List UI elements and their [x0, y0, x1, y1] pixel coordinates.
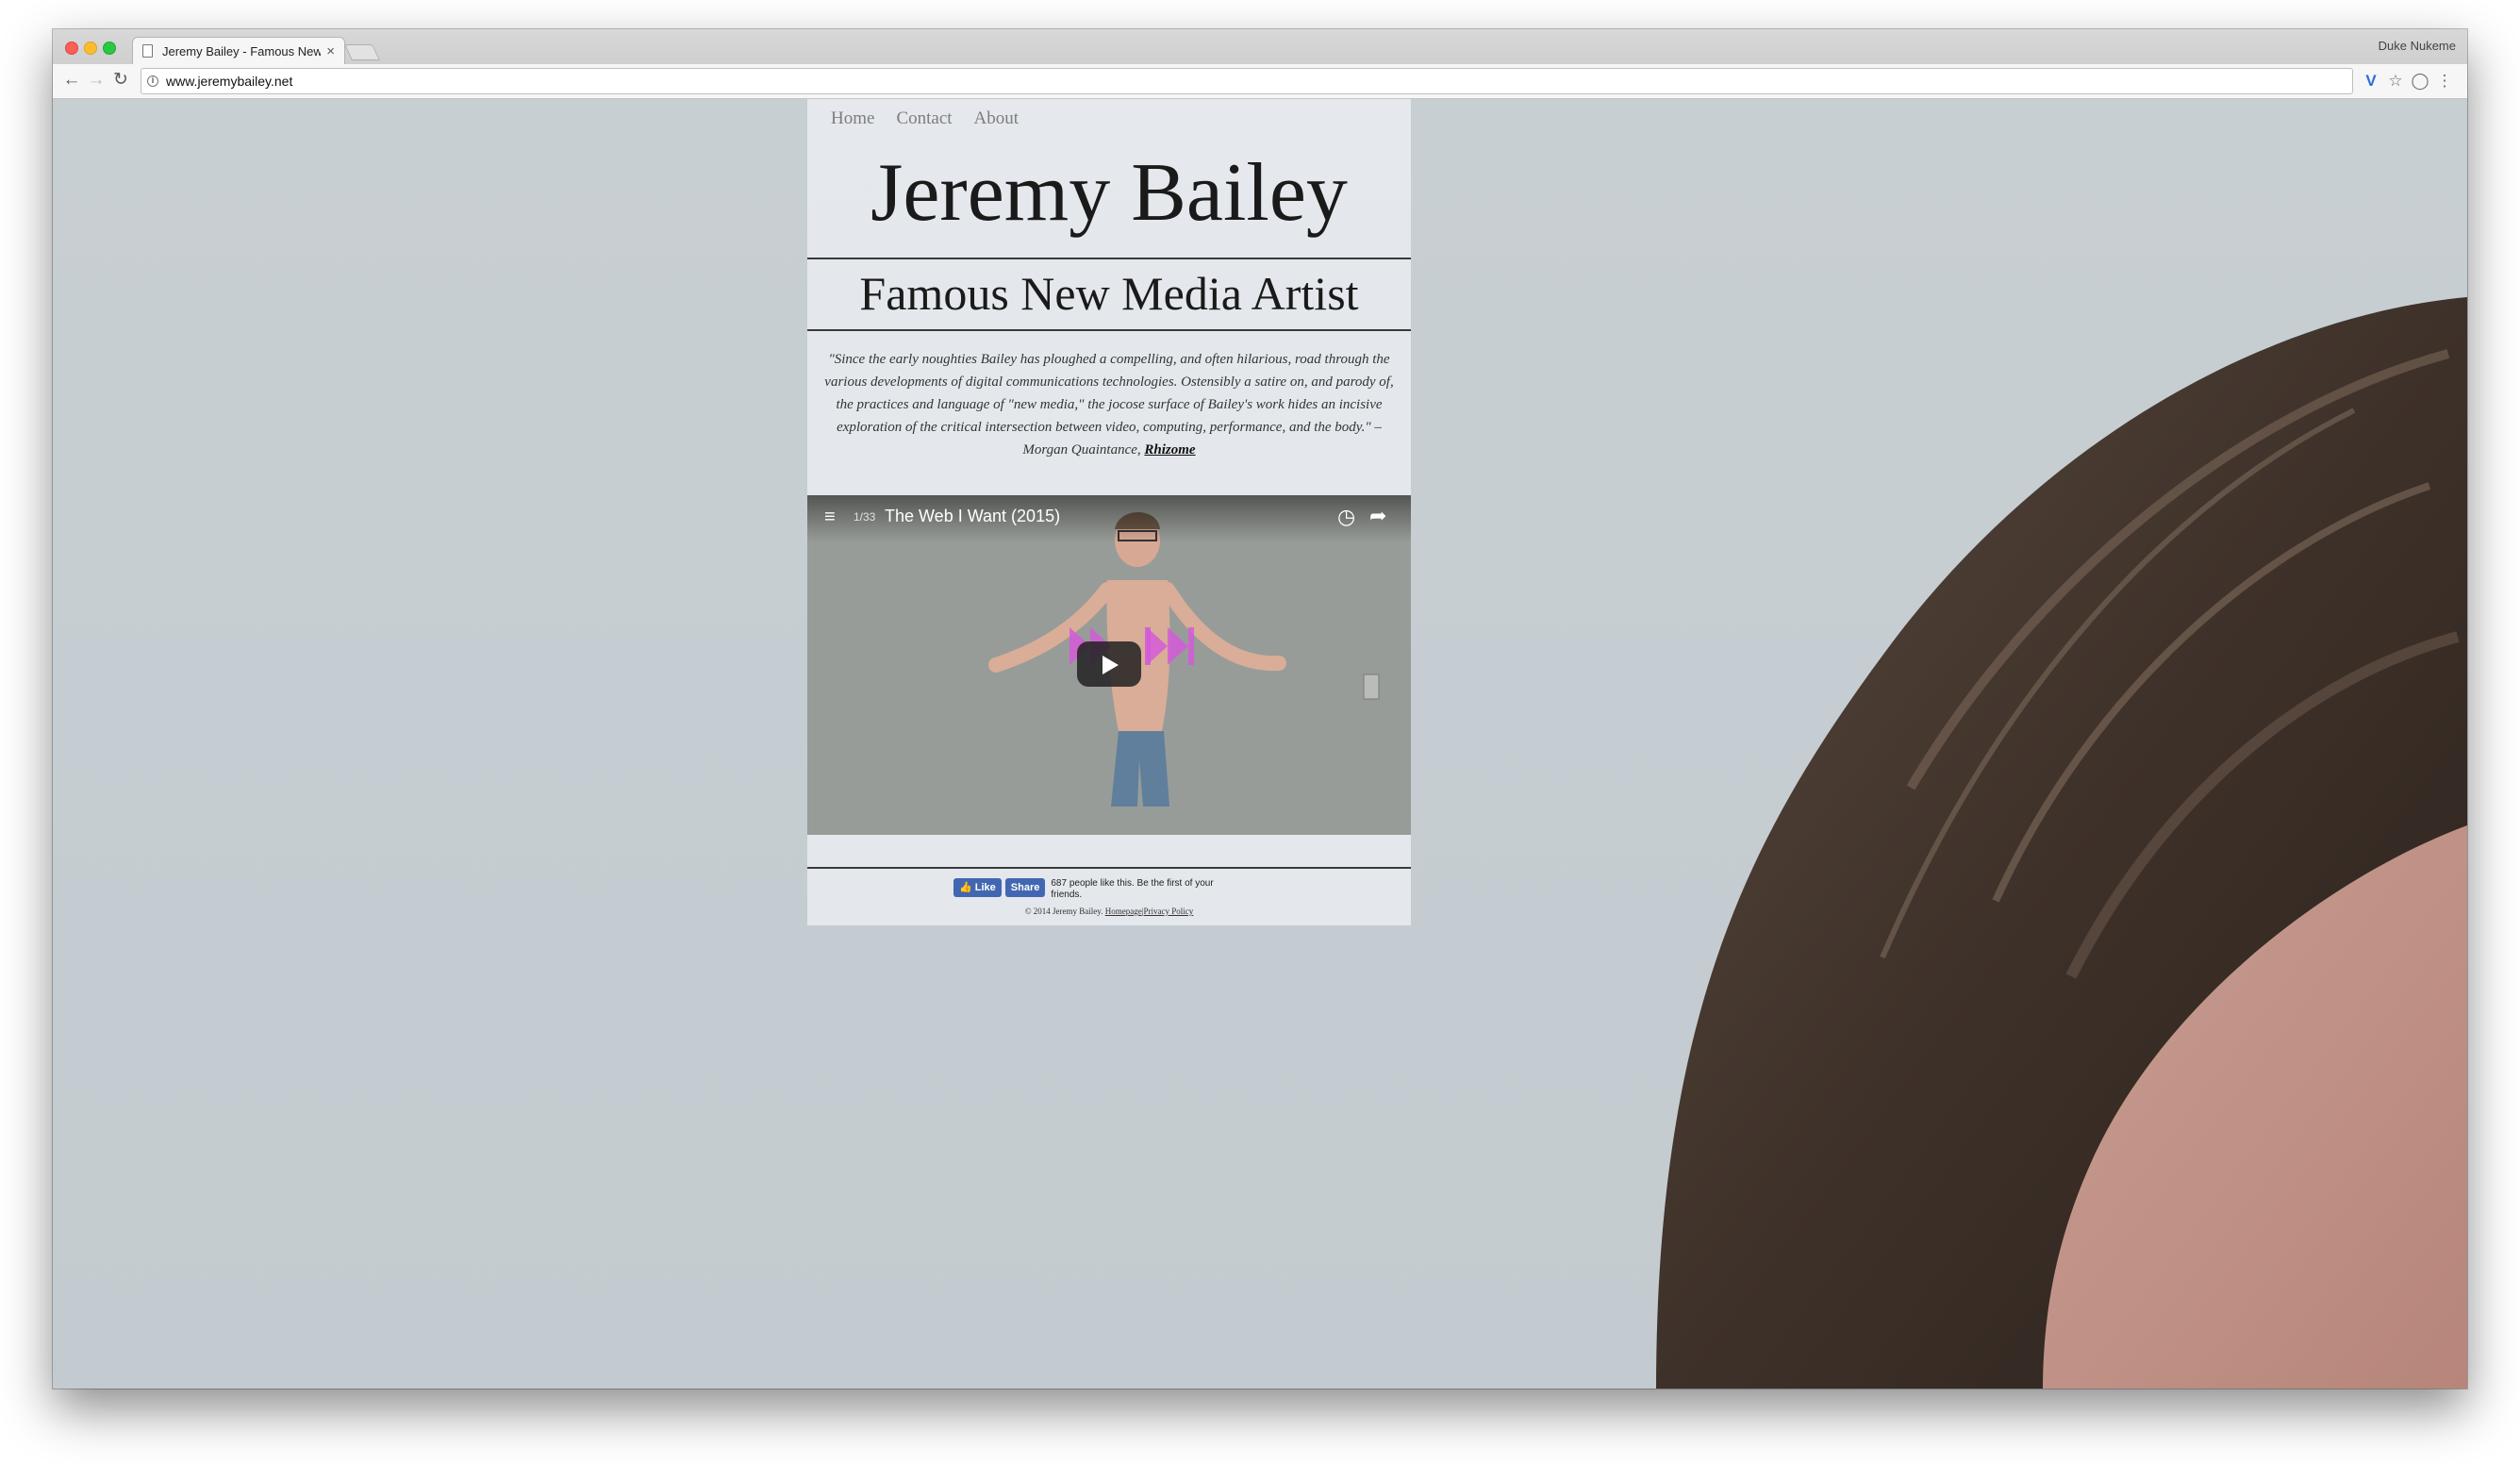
star-icon[interactable]: ☆ [2385, 71, 2406, 92]
tab-title: Jeremy Bailey - Famous New [162, 43, 322, 58]
nav-home[interactable]: Home [831, 108, 874, 129]
profile-name[interactable]: Duke Nukeme [2379, 39, 2456, 53]
press-quote: "Since the early noughties Bailey has pl… [819, 348, 1400, 461]
content-column: Home Contact About Jeremy Bailey Famous … [807, 99, 1411, 925]
site-title: Jeremy Bailey [870, 147, 1348, 239]
nav-about[interactable]: About [974, 108, 1020, 129]
fb-like-count: 687 people like this. Be the first of yo… [1051, 878, 1214, 900]
facebook-like-widget: 👍 Like Share 687 people like this. Be th… [953, 878, 1239, 901]
fb-like-label: Like [974, 882, 996, 893]
maximize-window-button[interactable] [103, 42, 116, 55]
title-bar: Jeremy Bailey - Famous New × Duke Nukeme [53, 29, 2467, 64]
document-icon [142, 44, 153, 58]
forward-icon[interactable]: → [85, 69, 108, 92]
rhizome-link[interactable]: Rhizome [1144, 442, 1195, 458]
divider [807, 258, 1411, 259]
clock-icon[interactable]: ◷ [1337, 505, 1355, 529]
divider [807, 329, 1411, 331]
play-button[interactable] [1077, 641, 1141, 687]
browser-toolbar: ← → ↻ i www.jeremybailey.net V ☆ ◯ ⋮ [53, 64, 2467, 99]
quote-text: "Since the early noughties Bailey has pl… [824, 352, 1394, 458]
browser-tab[interactable]: Jeremy Bailey - Famous New × [132, 37, 345, 64]
copyright-text: © 2014 Jeremy Bailey. [1024, 907, 1103, 916]
fb-like-button[interactable]: 👍 Like [953, 878, 1002, 897]
video-top-bar: ≡ 1/33 The Web I Want (2015) ◷ ➦ [807, 495, 1411, 542]
close-window-button[interactable] [65, 42, 78, 55]
page-viewport: Home Contact About Jeremy Bailey Famous … [53, 99, 2467, 1389]
privacy-policy-link[interactable]: Privacy Policy [1144, 907, 1194, 916]
info-icon[interactable]: i [147, 75, 158, 87]
site-nav: Home Contact About [831, 108, 1019, 129]
site-subtitle: Famous New Media Artist [859, 267, 1359, 320]
url-text[interactable]: www.jeremybailey.net [166, 74, 292, 89]
tab-close-icon[interactable]: × [326, 43, 335, 59]
thumbs-up-icon: 👍 [959, 882, 972, 893]
v-extension-icon[interactable]: V [2361, 71, 2381, 92]
browser-window: Jeremy Bailey - Famous New × Duke Nukeme… [53, 29, 2467, 1389]
kebab-menu-icon[interactable]: ⋮ [2434, 71, 2455, 92]
share-icon[interactable]: ➦ [1369, 504, 1386, 528]
playlist-count: 1/33 [854, 510, 876, 524]
background-hair-image [1656, 297, 2467, 1389]
new-tab-button[interactable] [344, 44, 380, 60]
address-bar[interactable]: i www.jeremybailey.net [141, 68, 2353, 94]
reload-icon[interactable]: ↻ [109, 69, 132, 92]
video-title[interactable]: The Web I Want (2015) [885, 507, 1060, 526]
fb-share-button[interactable]: Share [1004, 878, 1046, 897]
back-icon[interactable]: ← [60, 69, 83, 92]
homepage-link[interactable]: Homepage [1105, 907, 1142, 916]
playlist-icon[interactable]: ≡ [824, 507, 836, 528]
video-player[interactable]: ≡ 1/33 The Web I Want (2015) ◷ ➦ [807, 495, 1411, 835]
nav-contact[interactable]: Contact [896, 108, 952, 129]
site-footer: © 2014 Jeremy Bailey. Homepage|Privacy P… [807, 907, 1411, 916]
minimize-window-button[interactable] [84, 42, 97, 55]
shield-icon[interactable]: ◯ [2410, 71, 2430, 92]
divider [807, 867, 1411, 869]
